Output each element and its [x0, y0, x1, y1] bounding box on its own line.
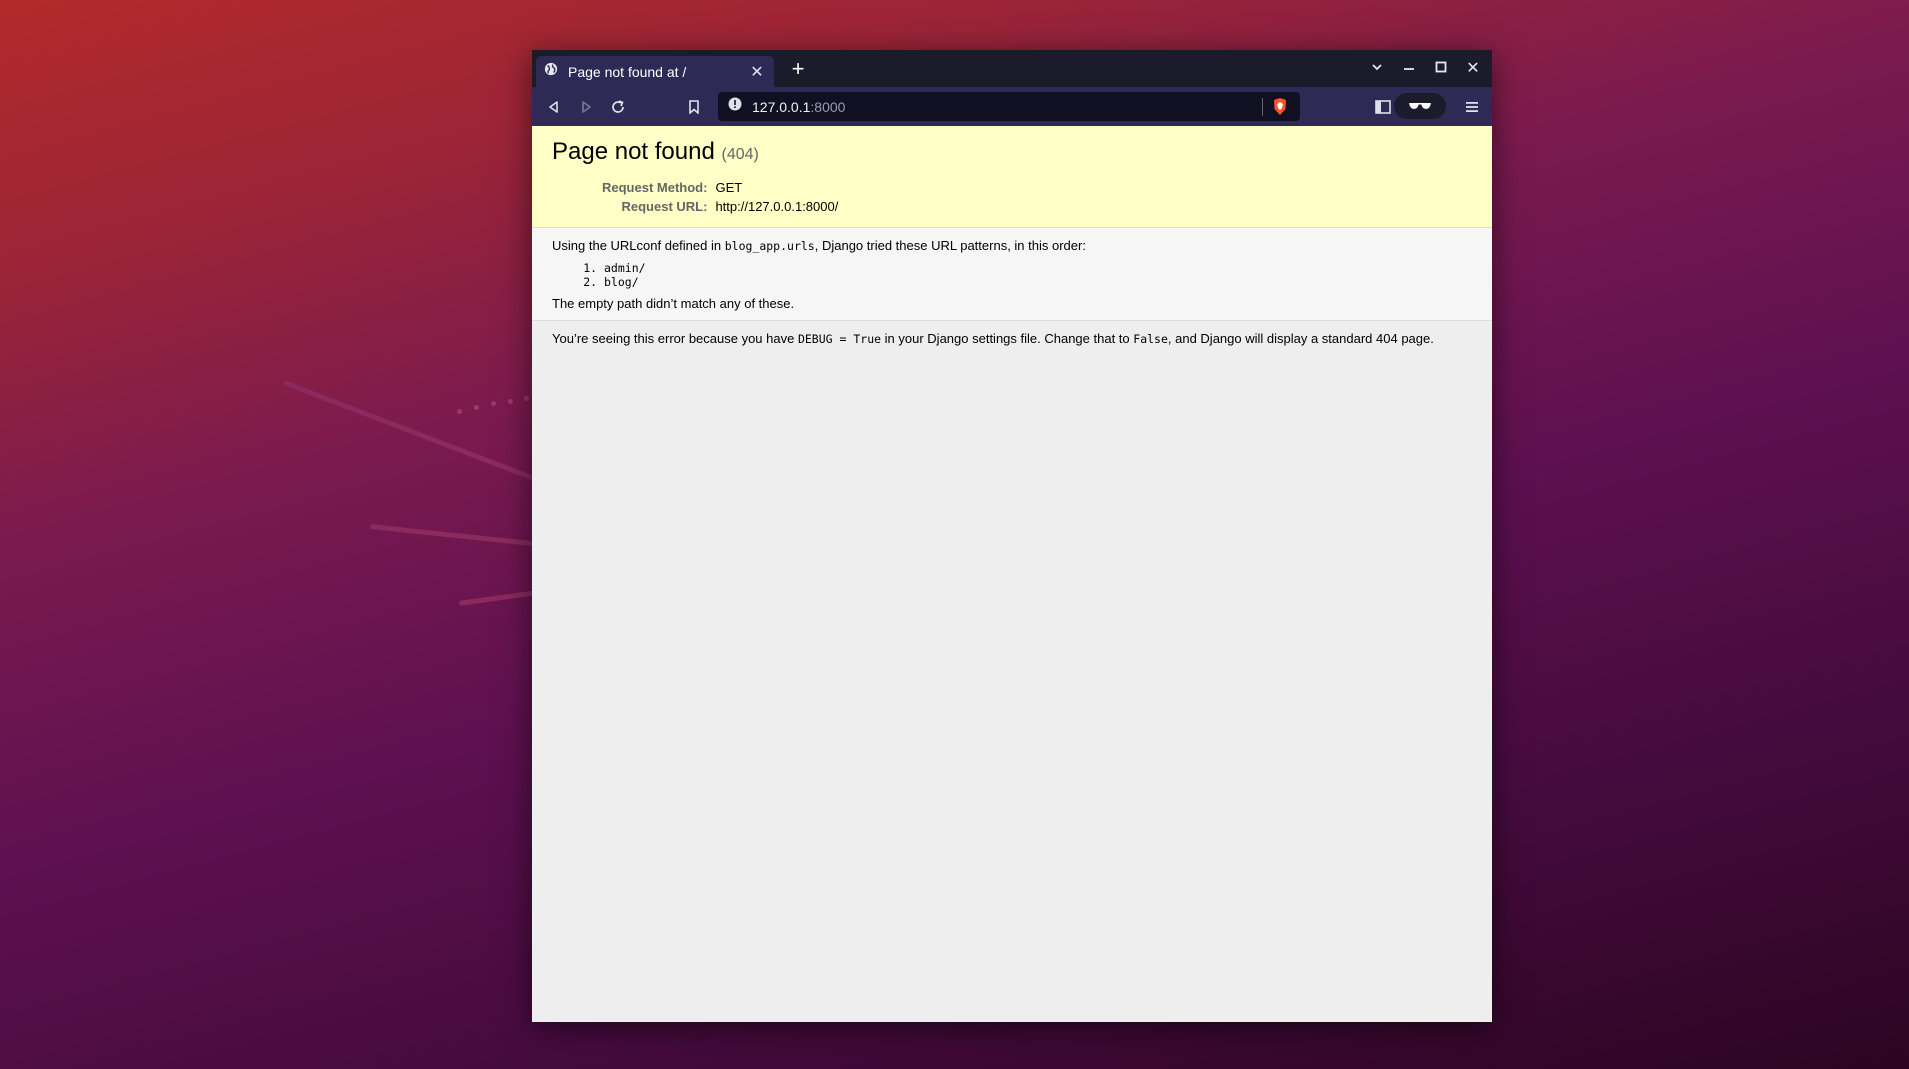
brave-shield-icon[interactable] [1272, 97, 1288, 121]
tab-title: Page not found at / [568, 63, 687, 80]
request-method-label: Request Method: [602, 180, 708, 195]
back-button[interactable] [543, 96, 565, 118]
wallpaper-dot [457, 409, 462, 414]
back-icon [549, 101, 558, 113]
reading-mode-button[interactable] [1394, 93, 1446, 119]
navigation-toolbar: 127.0.0.1:8000 [532, 87, 1492, 126]
page-title-text: Page not found [552, 138, 715, 165]
forward-icon [582, 101, 591, 113]
globe-icon [544, 62, 558, 81]
explanation-part-3: , and Django will display a standard 404… [1167, 331, 1434, 346]
new-tab-button[interactable]: + [786, 58, 810, 82]
reload-icon [612, 100, 624, 113]
wallpaper-dot [474, 405, 479, 410]
debug-explanation: You’re seeing this error because you hav… [552, 331, 1472, 346]
url-host: 127.0.0.1 [752, 98, 811, 115]
request-method-row: Request Method: GET [602, 178, 838, 197]
request-meta-table: Request Method: GET Request URL: http://… [602, 178, 838, 216]
status-code: (404) [721, 146, 759, 163]
address-bar-divider [1262, 98, 1263, 116]
close-tab-icon[interactable]: ✕ [748, 62, 766, 82]
summary-section: Page not found (404) Request Method: GET… [532, 126, 1492, 228]
wallpaper-line [369, 524, 540, 547]
explanation-part-1: You’re seeing this error because you hav… [552, 331, 798, 346]
info-icon[interactable] [728, 97, 742, 116]
glasses-icon [1409, 103, 1431, 109]
reload-button[interactable] [607, 96, 629, 118]
maximize-button[interactable] [1430, 58, 1452, 80]
address-bar[interactable]: 127.0.0.1:8000 [718, 92, 1300, 121]
wallpaper-dot [491, 401, 496, 406]
url-pattern-list: admin/ blog/ [552, 261, 1472, 289]
false-code: False [1133, 332, 1168, 346]
tab-active[interactable]: Page not found at / ✕ [536, 56, 774, 87]
close-window-button[interactable]: ✕ [1462, 58, 1484, 80]
url-port: :8000 [810, 98, 846, 115]
page-content: Page not found (404) Request Method: GET… [532, 126, 1492, 1022]
wallpaper-line [458, 589, 539, 606]
explanation-part-2: in your Django settings file. Change tha… [881, 331, 1134, 346]
request-url-row: Request URL: http://127.0.0.1:8000/ [602, 197, 839, 216]
forward-button[interactable] [575, 96, 597, 118]
sidebar-icon [1375, 100, 1391, 114]
bookmark-button[interactable] [683, 96, 705, 118]
info-section: Using the URLconf defined in blog_app.ur… [532, 228, 1492, 321]
menu-button[interactable] [1461, 96, 1483, 118]
wallpaper-dot [524, 396, 529, 401]
tab-list-chevron-icon[interactable] [1366, 58, 1388, 80]
explanation-section: You’re seeing this error because you hav… [532, 321, 1492, 356]
browser-window: Page not found at / ✕ + ✕ 127.0.0.1:800… [532, 50, 1492, 1022]
tab-bar: Page not found at / ✕ + ✕ [532, 50, 1492, 87]
no-match-message: The empty path didn’t match any of these… [552, 296, 795, 311]
url-pattern-item: admin/ [604, 261, 1472, 275]
url-pattern-item: blog/ [604, 275, 1472, 289]
urlconf-prefix: Using the URLconf defined in [552, 238, 725, 253]
request-method-value: GET [715, 180, 743, 195]
wallpaper-dot [508, 399, 513, 404]
request-url-label: Request URL: [621, 199, 708, 214]
wallpaper-line [283, 380, 536, 481]
bookmark-icon [689, 100, 699, 114]
minimize-button[interactable] [1398, 58, 1420, 80]
urlconf-module: blog_app.urls [724, 239, 815, 253]
page-title: Page not found (404) [552, 138, 1472, 166]
request-url-value: http://127.0.0.1:8000/ [715, 199, 839, 214]
sidebar-button[interactable] [1372, 96, 1394, 118]
urlconf-suffix: , Django tried these URL patterns, in th… [814, 238, 1086, 253]
menu-icon [1466, 102, 1478, 112]
urlconf-message: Using the URLconf defined in blog_app.ur… [552, 238, 1472, 253]
debug-setting-code: DEBUG = True [797, 332, 882, 346]
